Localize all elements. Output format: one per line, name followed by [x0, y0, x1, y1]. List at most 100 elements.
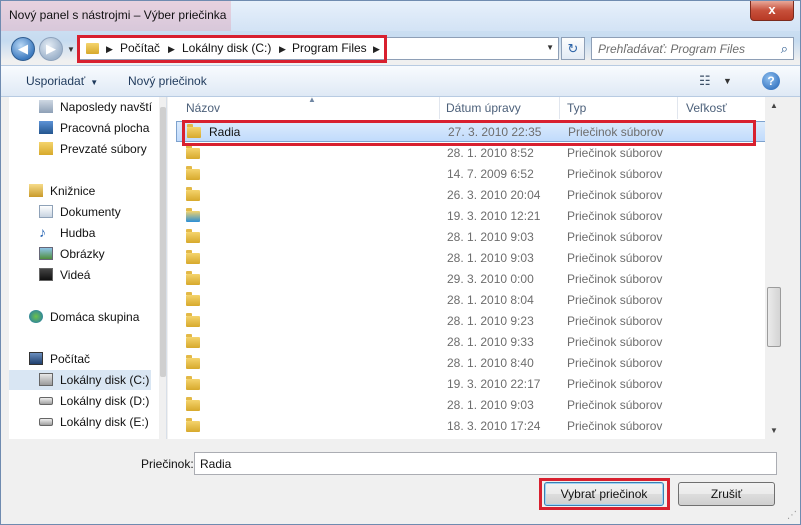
folder-icon	[186, 355, 200, 369]
table-row[interactable]: 28. 1. 2010 9:23 Priečinok súborov	[176, 311, 766, 332]
table-row[interactable]: 28. 1. 2010 8:40 Priečinok súborov	[176, 353, 766, 374]
shared-folder-icon	[186, 208, 200, 222]
homegroup-icon	[29, 310, 43, 323]
recent-places-icon	[39, 100, 53, 113]
table-row[interactable]: 14. 7. 2009 6:52 Priečinok súborov	[176, 164, 766, 185]
nav-item-recent-places[interactable]: Naposledy navští	[9, 97, 152, 117]
column-label: Veľkosť	[686, 101, 727, 115]
file-type: Priečinok súborov	[567, 209, 663, 223]
select-folder-button[interactable]: Vybrať priečinok	[544, 482, 664, 506]
file-type: Priečinok súborov	[567, 167, 663, 181]
column-label: Typ	[567, 101, 587, 115]
column-label: Dátum úpravy	[446, 101, 521, 115]
file-date: 19. 3. 2010 12:21	[447, 209, 541, 223]
table-row[interactable]: 18. 3. 2010 17:24 Priečinok súborov	[176, 416, 766, 437]
chevron-right-icon[interactable]: ▶	[279, 44, 286, 55]
nav-item-downloads[interactable]: Prevzaté súbory	[9, 139, 151, 159]
help-button[interactable]: ?	[762, 72, 780, 90]
command-bar: Usporiadať ▼ Nový priečinok ☷ ▼ ?	[1, 65, 800, 97]
column-header-size[interactable]: Veľkosť	[678, 97, 765, 119]
window-title: Nový panel s nástrojmi – Výber priečinka	[9, 8, 227, 22]
file-date: 28. 1. 2010 8:52	[447, 146, 534, 160]
file-date: 28. 1. 2010 8:04	[447, 293, 534, 307]
nav-item-drive-e[interactable]: Lokálny disk (E:)	[9, 412, 151, 432]
table-row[interactable]: 19. 3. 2010 22:17 Priečinok súborov	[176, 374, 766, 395]
table-row[interactable]: 28. 1. 2010 9:03 Priečinok súborov	[176, 395, 766, 416]
table-row[interactable]: 28. 1. 2010 9:33 Priečinok súborov	[176, 332, 766, 353]
recent-pages-dropdown[interactable]: ▼	[67, 45, 75, 54]
table-row[interactable]: 29. 3. 2010 0:00 Priečinok súborov	[176, 269, 766, 290]
nav-item-videos[interactable]: Videá	[9, 265, 151, 285]
nav-item-libraries[interactable]: Knižnice	[9, 181, 151, 201]
file-date: 26. 3. 2010 20:04	[447, 188, 541, 202]
folder-picker-dialog: Nový panel s nástrojmi – Výber priečinka…	[0, 0, 801, 525]
nav-item-documents[interactable]: Dokumenty	[9, 202, 151, 222]
folder-icon	[186, 271, 200, 285]
new-folder-button[interactable]: Nový priečinok	[128, 74, 207, 88]
folder-icon	[186, 334, 200, 348]
organize-button[interactable]: Usporiadať ▼	[26, 74, 98, 88]
file-type: Priečinok súborov	[567, 356, 663, 370]
column-header-name[interactable]: Názov	[168, 97, 440, 119]
nav-item-desktop[interactable]: Pracovná plocha	[9, 118, 151, 138]
refresh-button[interactable]: ↻	[561, 37, 585, 60]
file-list-scrollbar[interactable]: ▲ ▼	[765, 97, 783, 439]
nav-item-pictures[interactable]: Obrázky	[9, 244, 151, 264]
search-input[interactable]	[596, 40, 766, 57]
chevron-right-icon[interactable]: ▶	[168, 44, 175, 55]
file-date: 28. 1. 2010 9:03	[447, 398, 534, 412]
file-list-scroll-thumb[interactable]	[767, 287, 781, 347]
folder-icon	[186, 376, 200, 390]
back-button[interactable]: ◀	[11, 37, 35, 61]
scroll-up-icon[interactable]: ▲	[770, 101, 778, 110]
arrow-left-icon: ◀	[18, 41, 28, 56]
file-date: 28. 1. 2010 9:03	[447, 251, 534, 265]
nav-label: Knižnice	[50, 184, 96, 198]
nav-item-homegroup[interactable]: Domáca skupina	[9, 307, 151, 327]
table-row[interactable]: 19. 3. 2010 12:21 Priečinok súborov	[176, 206, 766, 227]
file-list: ▲ Názov Dátum úpravy Typ Veľkosť Radia 2…	[168, 95, 783, 439]
folder-name-input[interactable]	[194, 452, 777, 475]
folder-icon	[186, 292, 200, 306]
nav-item-computer[interactable]: Počítač	[9, 349, 151, 369]
arrow-right-icon: ▶	[46, 41, 56, 56]
file-type: Priečinok súborov	[567, 398, 663, 412]
nav-scrollbar[interactable]	[159, 97, 166, 439]
breadcrumb-program-files[interactable]: Program Files	[292, 41, 367, 55]
folder-icon	[186, 250, 200, 264]
nav-label: Lokálny disk (E:)	[60, 415, 149, 429]
pictures-icon	[39, 247, 53, 260]
caret-down-icon: ▼	[90, 78, 99, 87]
search-box[interactable]: ⌕	[591, 37, 794, 60]
table-row[interactable]: Radia 27. 3. 2010 22:35 Priečinok súboro…	[176, 121, 766, 142]
table-row[interactable]: 28. 1. 2010 8:52 Priečinok súborov	[176, 143, 766, 164]
table-row[interactable]: 28. 1. 2010 9:03 Priečinok súborov	[176, 227, 766, 248]
chevron-right-icon[interactable]: ▶	[373, 44, 380, 55]
chevron-down-icon[interactable]: ▼	[546, 43, 554, 52]
table-row[interactable]: 28. 1. 2010 8:04 Priečinok súborov	[176, 290, 766, 311]
forward-button[interactable]: ▶	[39, 37, 63, 61]
table-row[interactable]: 26. 3. 2010 20:04 Priečinok súborov	[176, 185, 766, 206]
column-header-type[interactable]: Typ	[560, 97, 678, 119]
nav-item-music[interactable]: ♪ Hudba	[9, 223, 151, 243]
music-icon: ♪	[39, 224, 46, 240]
folder-icon	[186, 145, 200, 159]
breadcrumb-computer[interactable]: Počítač	[120, 41, 160, 55]
view-options-icon[interactable]: ☷	[699, 73, 711, 89]
column-header-date[interactable]: Dátum úpravy	[440, 97, 560, 119]
scroll-down-icon[interactable]: ▼	[770, 426, 778, 435]
chevron-right-icon[interactable]: ▶	[106, 44, 113, 55]
column-label: Názov	[186, 101, 221, 115]
nav-scroll-thumb[interactable]	[160, 107, 166, 377]
view-dropdown-icon[interactable]: ▼	[723, 76, 732, 86]
cancel-button[interactable]: Zrušiť	[678, 482, 775, 506]
breadcrumb-local-disk-c[interactable]: Lokálny disk (C:)	[182, 41, 271, 55]
resize-grip-icon[interactable]: ⋰	[787, 510, 797, 521]
nav-item-drive-d[interactable]: Lokálny disk (D:)	[9, 391, 151, 411]
search-icon[interactable]: ⌕	[781, 41, 788, 57]
nav-label: Počítač	[50, 352, 91, 366]
table-row[interactable]: 28. 1. 2010 9:03 Priečinok súborov	[176, 248, 766, 269]
address-bar[interactable]: ▶ Počítač ▶ Lokálny disk (C:) ▶ Program …	[79, 37, 559, 60]
nav-item-drive-c[interactable]: Lokálny disk (C:)	[9, 370, 151, 390]
close-button[interactable]: x	[750, 1, 794, 21]
